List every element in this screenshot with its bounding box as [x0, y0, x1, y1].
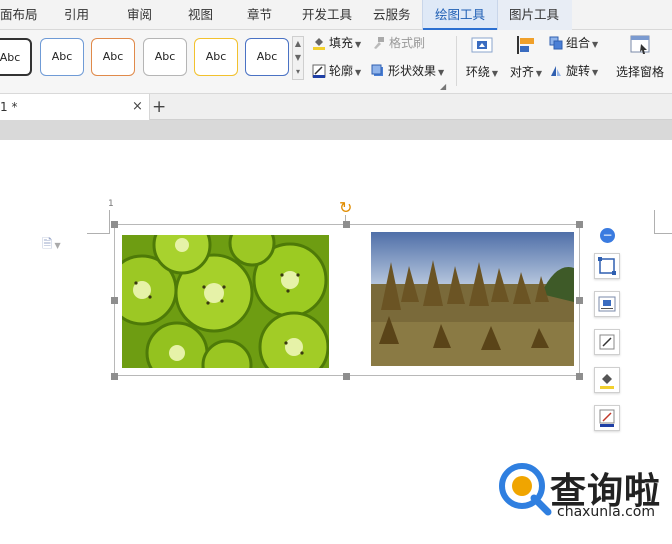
fill-button[interactable]: 填充 ▼ — [312, 33, 361, 53]
chevron-down-icon: ▼ — [54, 241, 61, 250]
document-gutter — [0, 120, 672, 140]
resize-handle-top-left[interactable] — [111, 221, 118, 228]
edit-shape-tool-button[interactable] — [594, 329, 620, 355]
margin-crop-mark — [654, 233, 672, 234]
style-gallery-scroll[interactable]: ▲ ▼ ▾ — [292, 36, 304, 80]
outline-tool-button[interactable] — [594, 405, 620, 431]
ribbon: Abc Abc Abc Abc Abc Abc ▲ ▼ ▾ 填充 ▼ 格式刷 轮廓 ▼ … — [0, 30, 672, 94]
resize-handle-top-right[interactable] — [576, 221, 583, 228]
tab-chapter[interactable]: 章节 — [247, 0, 287, 30]
document-page[interactable]: 1 🗎 ▼ ↻ − 查询啦 chaxunla.com — [0, 140, 672, 544]
tab-drawing-tools[interactable]: 绘图工具 — [422, 0, 498, 30]
page-number: 1 — [108, 199, 114, 209]
rotate-icon[interactable]: ↻ — [339, 200, 352, 216]
align-button[interactable]: 对齐 ▼ — [507, 34, 545, 80]
margin-crop-mark — [109, 210, 110, 234]
menu-tab-bar: 面布局 引用 审阅 视图 章节 开发工具 云服务 绘图工具 图片工具 — [0, 0, 672, 30]
document-icon: 🗎 — [42, 237, 53, 252]
wrap-label: 环绕 — [465, 65, 490, 79]
shape-effects-label: 形状效果 — [388, 64, 437, 78]
margin-crop-mark — [654, 210, 655, 234]
document-tab-bar: 1 * × + — [0, 94, 672, 120]
kiwi-slices-image — [122, 235, 329, 368]
tab-picture-tools[interactable]: 图片工具 — [498, 0, 572, 30]
document-tab[interactable]: 1 * × — [0, 94, 150, 120]
margin-crop-mark — [87, 233, 109, 234]
format-painter-icon — [374, 37, 384, 49]
resize-handle-left[interactable] — [111, 297, 118, 304]
resize-handle-bottom-right[interactable] — [576, 373, 583, 380]
shape-effects-button[interactable]: 形状效果 ▼ — [371, 61, 444, 81]
ribbon-separator — [456, 36, 457, 86]
minus-circle-icon[interactable]: − — [600, 228, 615, 243]
group-button[interactable]: 组合 ▼ — [549, 33, 598, 53]
crop-icon — [598, 257, 616, 275]
group-icon — [549, 36, 563, 50]
chevron-down-icon: ▼ — [535, 69, 543, 78]
haystack-field-image — [371, 232, 574, 366]
resize-handle-right[interactable] — [576, 297, 583, 304]
selection-pane-label: 选择窗格 — [615, 65, 664, 79]
new-tab-button[interactable]: + — [152, 94, 166, 120]
outline-label: 轮廓 — [329, 64, 354, 78]
tab-references[interactable]: 引用 — [64, 0, 104, 30]
document-tab-label: 1 * — [0, 100, 18, 114]
shape-style-swatch[interactable]: Abc — [245, 38, 289, 76]
tab-cloud[interactable]: 云服务 — [373, 0, 423, 30]
wrap-text-icon — [598, 296, 616, 312]
wrap-text-tool-button[interactable] — [594, 291, 620, 317]
wrap-button[interactable]: 环绕 ▼ — [464, 34, 500, 80]
fill-label: 填充 — [329, 36, 354, 50]
tab-review[interactable]: 审阅 — [127, 0, 167, 30]
rotate-button[interactable]: 旋转 ▼ — [549, 61, 598, 81]
rotate-shape-icon — [551, 66, 561, 76]
format-painter-button[interactable]: 格式刷 — [372, 33, 425, 53]
tab-developer[interactable]: 开发工具 — [302, 0, 362, 30]
format-painter-label: 格式刷 — [389, 36, 426, 50]
fill-bucket-icon — [600, 374, 614, 389]
close-icon[interactable]: × — [132, 94, 143, 120]
watermark-logo-icon — [499, 463, 552, 516]
resize-handle-bottom[interactable] — [343, 373, 350, 380]
chevron-down-icon: ▼ — [355, 40, 362, 49]
fill-tool-button[interactable] — [594, 367, 620, 393]
outline-pen-icon — [312, 64, 326, 78]
chevron-down-icon: ▼ — [355, 68, 362, 77]
field-photo[interactable] — [371, 232, 574, 366]
chevron-down-icon: ▼ — [592, 40, 599, 49]
align-icon — [517, 36, 534, 54]
shape-style-swatch[interactable]: Abc — [91, 38, 135, 76]
shape-style-swatch[interactable]: Abc — [143, 38, 187, 76]
outline-pen-icon — [599, 409, 615, 427]
kiwi-photo[interactable] — [122, 235, 329, 368]
edit-shape-icon — [599, 334, 615, 350]
watermark-url: chaxunla.com — [557, 504, 655, 520]
wrap-text-icon — [471, 37, 493, 53]
fill-bucket-icon — [313, 38, 325, 50]
outline-button[interactable]: 轮廓 ▼ — [312, 61, 361, 81]
dialog-launcher-icon[interactable]: ◢ — [440, 82, 446, 91]
paragraph-menu[interactable]: 🗎 ▼ — [42, 235, 61, 257]
chevron-down-icon: ▼ — [438, 68, 445, 77]
align-label: 对齐 — [509, 65, 534, 79]
chevron-down-icon: ▼ — [491, 69, 499, 78]
crop-tool-button[interactable] — [594, 253, 620, 279]
shape-effects-icon — [371, 64, 383, 76]
resize-handle-top[interactable] — [343, 221, 350, 228]
selection-pane-icon — [630, 35, 650, 54]
resize-handle-bottom-left[interactable] — [111, 373, 118, 380]
tab-view[interactable]: 视图 — [188, 0, 228, 30]
tab-page-layout[interactable]: 面布局 — [0, 0, 44, 30]
shape-style-swatch[interactable]: Abc — [194, 38, 238, 76]
app-window: 面布局 引用 审阅 视图 章节 开发工具 云服务 绘图工具 图片工具 Abc A… — [0, 0, 672, 544]
chevron-down-icon: ▼ — [592, 68, 599, 77]
selection-pane-button[interactable]: 选择窗格 — [614, 34, 666, 80]
shape-style-swatch[interactable]: Abc — [0, 38, 32, 76]
rotate-label: 旋转 — [566, 64, 591, 78]
shape-style-swatch[interactable]: Abc — [40, 38, 84, 76]
group-label: 组合 — [566, 36, 591, 50]
